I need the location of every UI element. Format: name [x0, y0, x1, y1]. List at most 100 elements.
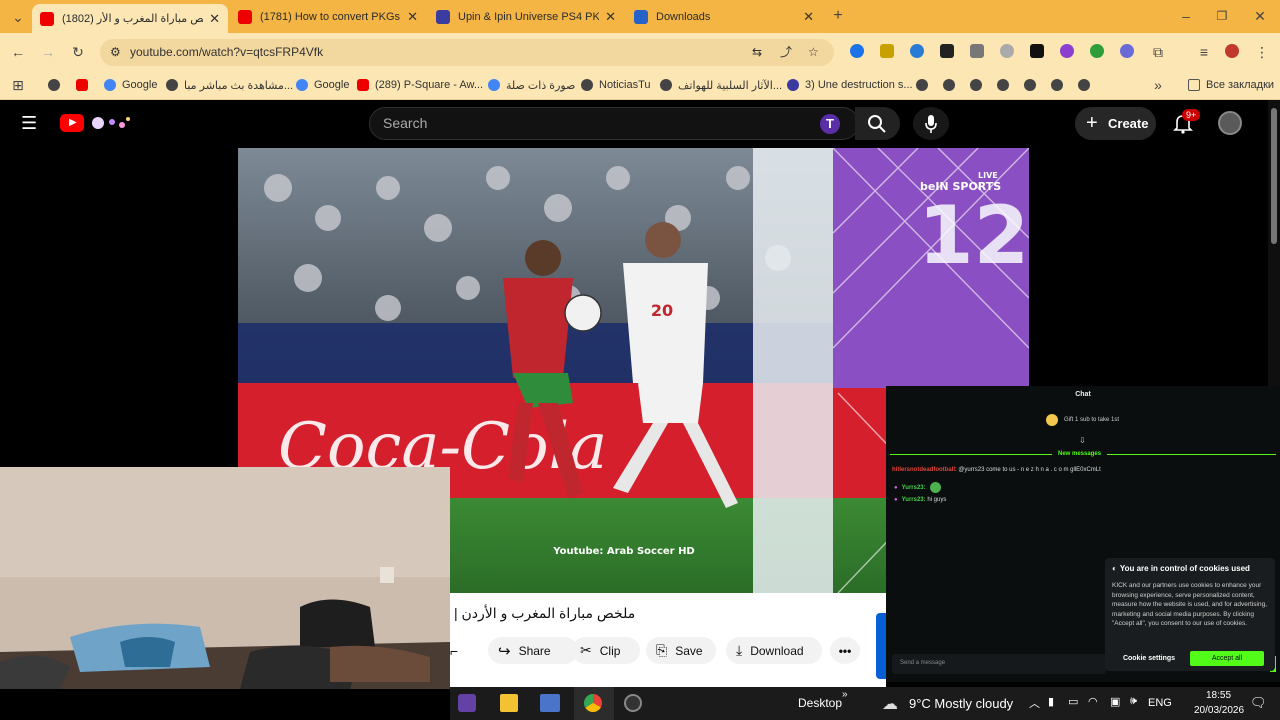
download-button[interactable]: ⤓ Download	[726, 637, 822, 664]
extensions-puzzle-icon[interactable]: ⧉	[1150, 44, 1166, 60]
chat-username[interactable]: Yurrs23:	[902, 485, 926, 491]
site-info-icon[interactable]: ⚙	[110, 39, 121, 66]
bookmark-item[interactable]: Google	[296, 77, 349, 93]
bookmark-item[interactable]: مشاهدة بث مباشر مبا...	[166, 77, 293, 93]
accept-all-button[interactable]: Accept all	[1190, 651, 1264, 666]
all-bookmarks-folder[interactable]: Все закладки	[1188, 77, 1274, 93]
extension-icon[interactable]	[940, 44, 954, 58]
bookmark-item[interactable]	[48, 77, 66, 93]
more-bookmarks-icon[interactable]: »	[1150, 77, 1166, 93]
media-control-icon[interactable]: ≡	[1196, 44, 1212, 60]
bookmark-item[interactable]: Google	[104, 77, 157, 93]
tab-upin-ipin-pkg[interactable]: Upin & Ipin Universe PS4 PKG ✕	[428, 4, 624, 30]
chat-username[interactable]: hitlersnotdeadfootball	[892, 467, 955, 473]
extension-icon[interactable]	[850, 44, 864, 58]
bookmark-globe-icon[interactable]	[1078, 79, 1090, 91]
toolbar-expand-icon[interactable]: »	[842, 689, 848, 700]
extension-icon[interactable]	[1120, 44, 1134, 58]
account-avatar[interactable]	[1218, 111, 1242, 135]
tampermonkey-t-icon[interactable]: T	[820, 114, 840, 134]
bookmark-item[interactable]: صورة ذات صلة	[488, 77, 575, 93]
display-icon[interactable]: ▣	[1110, 695, 1120, 708]
scroll-down-icon[interactable]: ⇩	[1079, 436, 1086, 445]
subscribe-button-edge[interactable]	[876, 613, 886, 679]
tab-youtube-match-summary[interactable]: (1802) ملخص مباراة المغرب و الأر ✕	[32, 4, 228, 33]
share-button[interactable]: ↪ Share	[488, 637, 578, 664]
youtube-logo[interactable]: ▶	[60, 114, 84, 132]
app-gamepad-icon[interactable]	[624, 694, 642, 712]
weather-text[interactable]: 9°C Mostly cloudy	[909, 696, 1013, 711]
extension-icon[interactable]	[970, 44, 984, 58]
menu-kebab-icon[interactable]: ⋮	[1254, 44, 1270, 60]
clock-date[interactable]: 20/03/2026	[1194, 705, 1244, 716]
bookmark-globe-icon[interactable]	[970, 79, 982, 91]
page-scrollbar[interactable]	[1268, 100, 1280, 386]
bookmark-globe-icon[interactable]	[1051, 79, 1063, 91]
notification-center-icon[interactable]: 🗨	[1250, 695, 1267, 711]
hamburger-menu-icon[interactable]: ☰	[21, 113, 37, 134]
bookmark-globe-icon[interactable]	[916, 79, 928, 91]
wifi-icon[interactable]: ◠	[1088, 695, 1098, 708]
gift-sub-banner[interactable]: Gift 1 sub to take 1st	[1046, 414, 1119, 426]
bookmark-globe-icon[interactable]	[943, 79, 955, 91]
reload-icon[interactable]: ↻	[70, 44, 86, 60]
scrollbar-thumb[interactable]	[1271, 108, 1277, 244]
volume-icon[interactable]: 🕪	[1130, 695, 1137, 708]
minimize-icon[interactable]: –	[1178, 8, 1194, 24]
tray-overflow-icon[interactable]: ︿	[1029, 695, 1040, 711]
close-tab-icon[interactable]: ✕	[803, 9, 814, 25]
bookmark-star-icon[interactable]: ☆	[808, 39, 819, 66]
bookmark-item[interactable]	[76, 77, 94, 93]
bookmark-item[interactable]: NoticiasTu	[581, 77, 651, 93]
back-icon[interactable]: ←	[10, 44, 26, 60]
close-tab-icon[interactable]: ✕	[407, 9, 418, 25]
file-explorer-icon[interactable]	[500, 694, 518, 712]
more-actions-button[interactable]: •••	[830, 637, 860, 664]
close-tab-icon[interactable]: ✕	[209, 11, 220, 27]
maximize-icon[interactable]: ❐	[1214, 8, 1230, 24]
extension-icon[interactable]	[1000, 44, 1014, 58]
voice-search-button[interactable]	[913, 107, 949, 140]
chat-send-input[interactable]: Send a message	[892, 654, 1106, 674]
new-tab-icon[interactable]: +	[830, 8, 846, 24]
bookmark-item[interactable]: الآثار السلبية للهواتف...	[660, 77, 782, 93]
close-tab-icon[interactable]: ✕	[605, 9, 616, 25]
bookmark-globe-icon[interactable]	[997, 79, 1009, 91]
search-button[interactable]	[855, 107, 900, 140]
cookie-settings-button[interactable]: Cookie settings	[1111, 651, 1187, 666]
app-window-icon[interactable]	[540, 694, 560, 712]
search-input[interactable]: Search T	[369, 107, 859, 140]
bookmark-item[interactable]: (289) P-Square - Aw...	[357, 77, 483, 93]
desktop-toolbar-label[interactable]: Desktop	[798, 696, 842, 710]
extension-icon[interactable]	[1030, 44, 1044, 58]
extension-icon[interactable]	[1060, 44, 1074, 58]
extension-icon[interactable]	[1090, 44, 1104, 58]
install-app-icon[interactable]: ⤴	[780, 39, 792, 66]
usb-icon[interactable]: ▮	[1048, 695, 1054, 708]
save-button[interactable]: ⎘ Save	[646, 637, 716, 664]
notifications-button[interactable]: 9+	[1172, 109, 1201, 134]
language-indicator[interactable]: ENG	[1148, 697, 1172, 709]
apps-grid-icon[interactable]: ⊞	[10, 77, 26, 93]
tab-youtube-convert-pkgs[interactable]: (1781) How to convert PKGs to f ✕	[230, 4, 426, 30]
dislike-button[interactable]: ⌐	[450, 637, 470, 664]
bookmark-globe-icon[interactable]	[1024, 79, 1036, 91]
cookie-title: You are in control of cookies used	[1119, 564, 1250, 573]
forward-icon[interactable]: →	[40, 44, 56, 60]
clip-button[interactable]: ✂ Clip	[572, 637, 640, 664]
create-button[interactable]: + Create	[1075, 107, 1156, 140]
bookmark-item[interactable]: 3) Une destruction s...	[787, 77, 913, 93]
extension-icon[interactable]	[910, 44, 924, 58]
tab-search-icon[interactable]: ⌄	[10, 9, 26, 25]
profile-avatar[interactable]	[1225, 44, 1239, 58]
twitch-app-icon[interactable]	[458, 694, 476, 712]
close-window-icon[interactable]: ✕	[1252, 8, 1268, 24]
translate-icon[interactable]: ⇆	[752, 39, 762, 66]
battery-icon[interactable]: ▭	[1068, 695, 1078, 708]
tab-downloads[interactable]: Downloads ✕	[626, 4, 822, 30]
address-bar[interactable]: ⚙ youtube.com/watch?v=qtcsFRP4Vfk ⇆ ⤴ ☆	[100, 39, 834, 66]
youtube-doodle-logo[interactable]	[88, 113, 132, 133]
chat-username[interactable]: Yurrs23:	[902, 497, 926, 503]
clock-time[interactable]: 18:55	[1206, 690, 1231, 701]
extension-icon[interactable]	[880, 44, 894, 58]
